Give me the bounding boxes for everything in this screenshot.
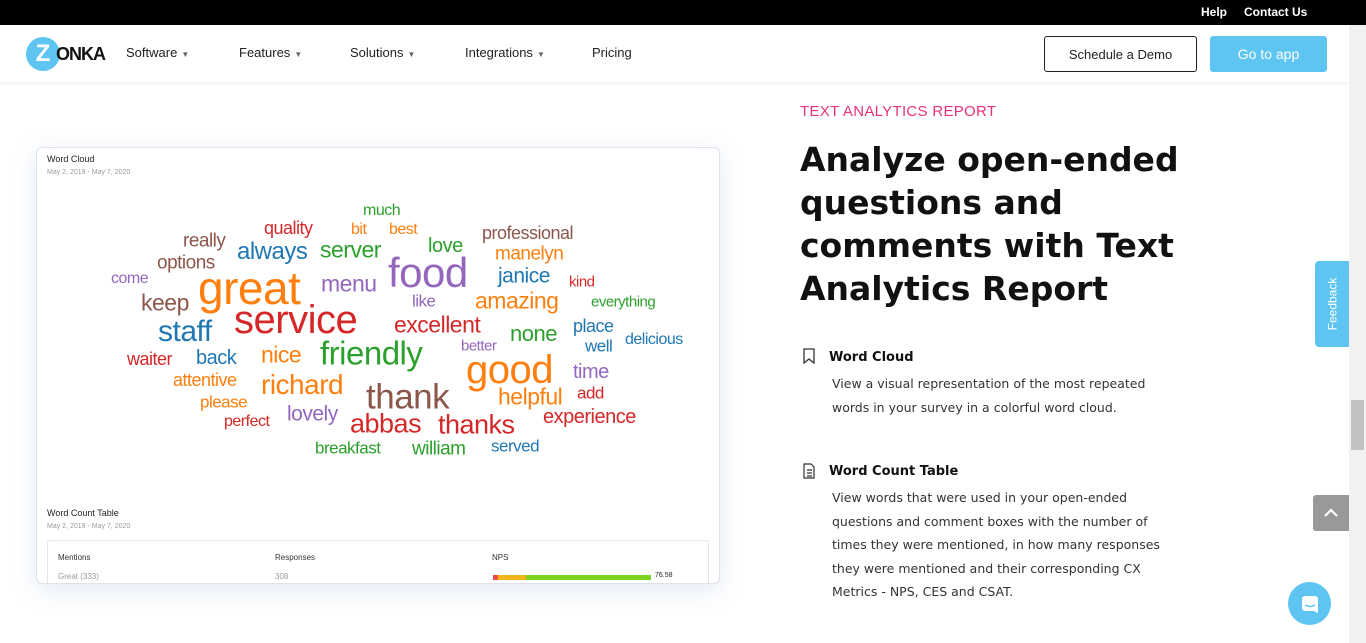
nps-bar — [493, 575, 651, 580]
word-perfect: perfect — [224, 413, 270, 430]
word-food: food — [388, 249, 468, 296]
word-manelyn: manelyn — [495, 243, 564, 265]
word-really: really — [183, 230, 226, 252]
cell-nps: 76.58 — [655, 572, 673, 579]
word-like: like — [412, 291, 436, 311]
word-professional: professional — [482, 223, 574, 243]
word-cloud-date: May 2, 2019 - May 7, 2020 — [47, 169, 131, 176]
word-cloud-title: Word Cloud — [47, 154, 95, 164]
word-attentive: attentive — [173, 370, 237, 390]
cell-responses: 308 — [275, 572, 289, 581]
schedule-demo-button[interactable]: Schedule a Demo — [1044, 36, 1197, 72]
nps-bar-segment — [497, 575, 527, 580]
nav-software[interactable]: Software ▼ — [126, 45, 189, 60]
feature-title-word-cloud: Word Cloud — [829, 350, 914, 365]
chevron-up-icon — [1324, 508, 1338, 517]
word-nice: nice — [261, 341, 302, 368]
word-menu: menu — [321, 270, 377, 297]
word-excellent: excellent — [394, 311, 481, 338]
word-place: place — [573, 316, 614, 336]
nps-bar-segment — [526, 575, 651, 580]
header-nps: NPS — [492, 553, 509, 562]
word-abbas: abbas — [350, 408, 422, 439]
word-kind: kind — [569, 273, 595, 291]
cell-mention: Great (333) — [58, 572, 99, 581]
logo-mark: Z — [26, 37, 60, 71]
nav-integrations[interactable]: Integrations ▼ — [465, 45, 545, 60]
word-everything: everything — [591, 293, 656, 311]
word-add: add — [577, 383, 604, 403]
word-back: back — [196, 347, 237, 369]
help-link[interactable]: Help — [1201, 5, 1227, 19]
main-nav: Z ONKA Software ▼ Features ▼ Solutions ▼ Int… — [0, 25, 1349, 82]
feedback-label: Feedback — [1325, 277, 1340, 331]
report-preview-card: Word Cloud May 2, 2019 - May 7, 2020 muc… — [36, 147, 720, 584]
feature-desc-word-count: View words that were used in your open-e… — [832, 490, 1160, 599]
word-thanks: thanks — [438, 409, 515, 440]
word-william: william — [412, 438, 466, 460]
top-bar: Help Contact Us — [0, 0, 1366, 25]
feature-title-word-count: Word Count Table — [829, 464, 959, 479]
contact-us-link[interactable]: Contact Us — [1244, 5, 1307, 19]
word-keep: keep — [141, 289, 189, 316]
word-amazing: amazing — [475, 287, 559, 314]
word-much: much — [363, 202, 401, 219]
document-icon — [802, 463, 816, 483]
word-always: always — [237, 238, 308, 265]
word-lovely: lovely — [287, 402, 338, 426]
page-scrollbar[interactable] — [1349, 25, 1366, 643]
word-well: well — [585, 336, 613, 356]
caret-down-icon: ▼ — [407, 50, 416, 59]
word-delicious: delicious — [625, 331, 683, 348]
nav-label: Features — [239, 45, 291, 60]
word-quality: quality — [264, 218, 313, 238]
nav-pricing[interactable]: Pricing — [592, 45, 632, 60]
word-best: best — [389, 221, 418, 238]
scrollbar-thumb[interactable] — [1351, 400, 1364, 450]
word-waiter: waiter — [127, 349, 173, 369]
word-come: come — [111, 270, 149, 287]
caret-down-icon: ▼ — [536, 50, 545, 59]
zonka-logo[interactable]: Z ONKA — [26, 37, 106, 71]
word-breakfast: breakfast — [315, 438, 381, 458]
word-staff: staff — [158, 315, 212, 348]
word-server: server — [320, 236, 381, 263]
go-to-app-button[interactable]: Go to app — [1210, 36, 1327, 72]
chat-icon — [1301, 595, 1318, 613]
feedback-tab[interactable]: Feedback — [1315, 261, 1349, 347]
section-eyebrow: TEXT ANALYTICS REPORT — [800, 103, 997, 120]
header-mentions: Mentions — [58, 553, 91, 562]
caret-down-icon: ▼ — [181, 50, 190, 59]
caret-down-icon: ▼ — [294, 50, 303, 59]
word-count-date: May 2, 2019 - May 7, 2020 — [47, 523, 131, 530]
nav-features[interactable]: Features ▼ — [239, 45, 302, 60]
feature-desc-word-cloud: View a visual representation of the most… — [832, 376, 1146, 415]
logo-text: ONKA — [56, 43, 106, 64]
word-none: none — [510, 321, 557, 346]
nav-label: Pricing — [592, 45, 632, 60]
word-friendly: friendly — [320, 334, 423, 372]
word-count-table: Mentions Responses NPS Great (333) 308 7… — [47, 540, 709, 583]
word-time: time — [573, 361, 609, 383]
nav-label: Solutions — [350, 45, 404, 60]
scroll-to-top-button[interactable] — [1313, 495, 1349, 531]
word-richard: richard — [261, 369, 344, 400]
word-janice: janice — [498, 264, 550, 288]
word-experience: experience — [543, 406, 636, 428]
chat-button[interactable] — [1288, 582, 1331, 625]
nav-label: Integrations — [465, 45, 533, 60]
nav-label: Software — [126, 45, 178, 60]
page-title: Analyze open-ended questions and comment… — [800, 140, 1179, 308]
bookmark-icon — [802, 348, 816, 368]
word-please: please — [200, 392, 248, 412]
nav-solutions[interactable]: Solutions ▼ — [350, 45, 415, 60]
word-count-title: Word Count Table — [47, 508, 119, 518]
header-responses: Responses — [275, 553, 316, 562]
word-served: served — [491, 436, 540, 456]
